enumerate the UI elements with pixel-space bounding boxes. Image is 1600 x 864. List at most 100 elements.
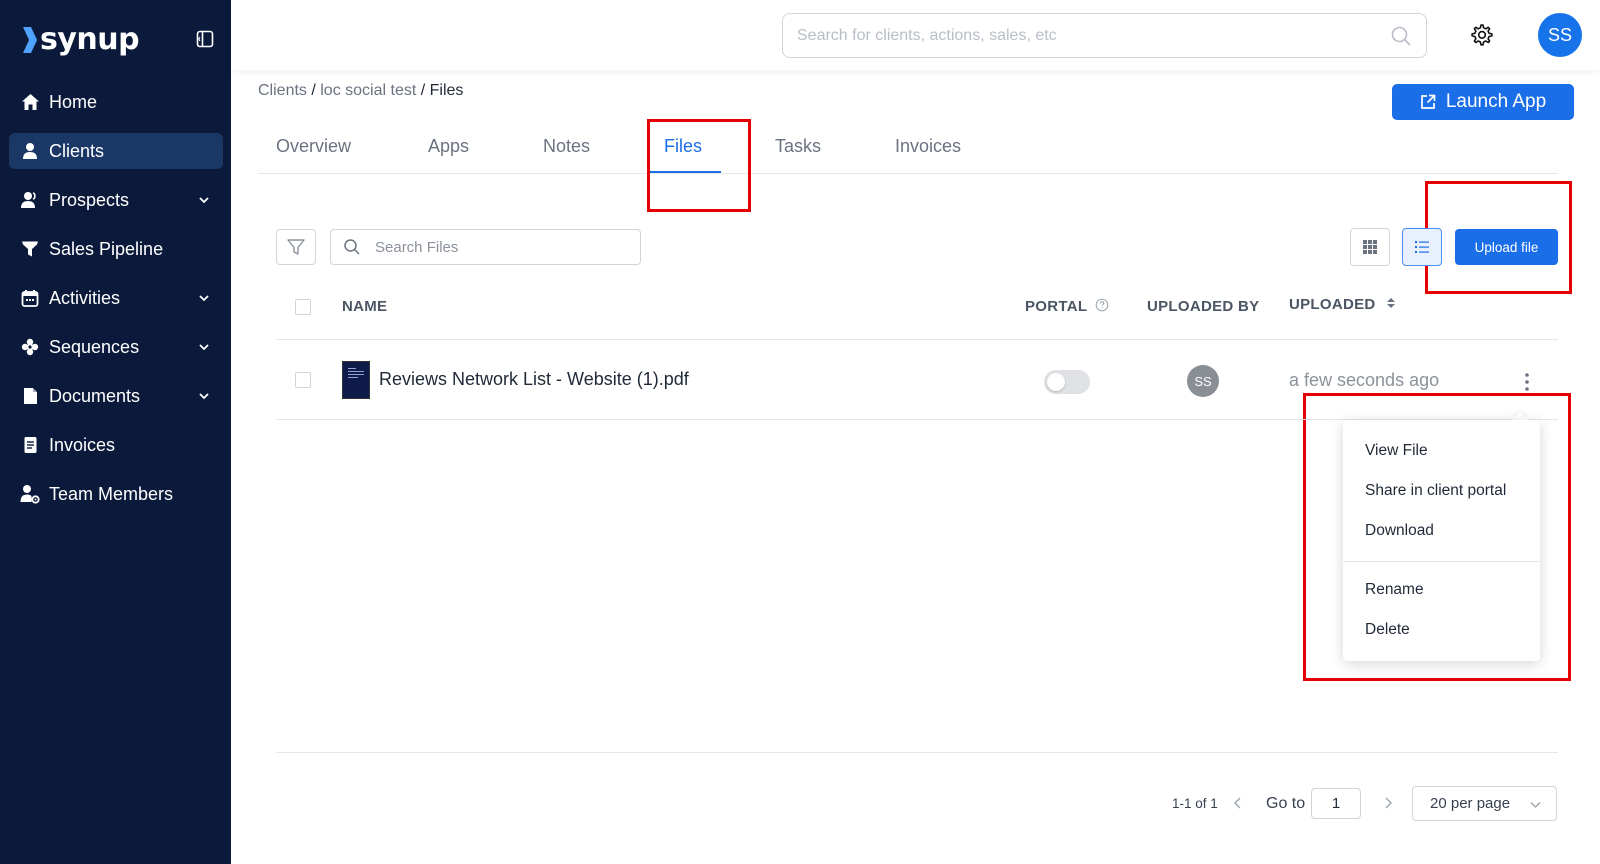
sidebar: synup Home Clients Prospects Sales Pipel… bbox=[0, 0, 231, 864]
menu-item-share-portal[interactable]: Share in client portal bbox=[1365, 482, 1506, 500]
tab-notes[interactable]: Notes bbox=[543, 136, 590, 157]
chevron-left-icon[interactable] bbox=[1232, 796, 1244, 810]
tab-bar: Overview Apps Notes Files Tasks Invoices bbox=[258, 130, 1558, 174]
row-checkbox[interactable] bbox=[295, 372, 311, 388]
breadcrumb-separator: / bbox=[306, 82, 321, 99]
sidebar-item-label: Invoices bbox=[49, 434, 116, 455]
breadcrumb-item-clients[interactable]: Clients bbox=[258, 82, 307, 99]
user-icon bbox=[20, 141, 40, 161]
breadcrumb-item-current: Files bbox=[429, 82, 464, 99]
tab-apps[interactable]: Apps bbox=[428, 136, 469, 157]
menu-item-view-file[interactable]: View File bbox=[1365, 442, 1428, 460]
pagination-goto-label: Go to bbox=[1266, 795, 1306, 812]
menu-divider bbox=[1343, 561, 1540, 562]
sidebar-item-team-members[interactable]: Team Members bbox=[9, 476, 223, 512]
table-bottom-divider bbox=[276, 752, 1558, 753]
gear-flower-icon bbox=[20, 337, 40, 357]
document-icon bbox=[20, 386, 40, 406]
external-link-icon bbox=[1420, 94, 1436, 109]
column-header-uploaded-label: UPLOADED bbox=[1289, 296, 1376, 313]
sidebar-item-activities[interactable]: Activities bbox=[9, 280, 223, 316]
sidebar-item-sequences[interactable]: Sequences bbox=[9, 329, 223, 365]
column-header-portal-label: PORTAL bbox=[1025, 298, 1088, 315]
funnel-icon bbox=[20, 239, 40, 259]
menu-item-delete[interactable]: Delete bbox=[1365, 621, 1410, 639]
chevron-down-icon bbox=[1530, 802, 1541, 808]
annotation-box-files-tab bbox=[647, 119, 751, 212]
list-icon bbox=[1415, 241, 1429, 253]
page-size-label: 20 per page bbox=[1430, 795, 1511, 812]
search-icon bbox=[344, 239, 360, 255]
help-circle-icon[interactable] bbox=[1095, 298, 1109, 312]
sidebar-item-home[interactable]: Home bbox=[9, 84, 223, 120]
chevron-down-icon[interactable] bbox=[197, 291, 211, 305]
tab-tasks[interactable]: Tasks bbox=[775, 136, 821, 157]
receipt-icon bbox=[20, 435, 40, 455]
portal-toggle[interactable] bbox=[1044, 370, 1090, 394]
brand-name: synup bbox=[40, 22, 140, 57]
launch-app-button[interactable]: Launch App bbox=[1392, 84, 1574, 120]
file-search[interactable] bbox=[330, 229, 641, 265]
pdf-thumbnail[interactable] bbox=[342, 361, 370, 399]
uploaded-time: a few seconds ago bbox=[1289, 370, 1440, 390]
chevron-down-icon[interactable] bbox=[197, 389, 211, 403]
calendar-icon bbox=[20, 288, 40, 308]
search-icon[interactable] bbox=[1390, 25, 1412, 47]
uploader-avatar: SS bbox=[1187, 365, 1219, 397]
sidebar-item-documents[interactable]: Documents bbox=[9, 378, 223, 414]
sidebar-item-clients[interactable]: Clients bbox=[9, 133, 223, 169]
chevron-right-icon[interactable] bbox=[1382, 796, 1394, 810]
column-header-name[interactable]: NAME bbox=[342, 298, 387, 315]
list-view-button[interactable] bbox=[1402, 228, 1442, 266]
column-header-uploaded[interactable]: UPLOADED bbox=[1289, 296, 1397, 313]
home-icon bbox=[20, 92, 40, 112]
grid-view-button[interactable] bbox=[1350, 228, 1390, 266]
sidebar-item-sales-pipeline[interactable]: Sales Pipeline bbox=[9, 231, 223, 267]
grid-icon bbox=[1363, 240, 1377, 254]
more-vertical-icon[interactable] bbox=[1520, 370, 1534, 394]
sidebar-item-label: Prospects bbox=[49, 189, 130, 210]
user-avatar[interactable]: SS bbox=[1538, 13, 1582, 57]
table-header-divider bbox=[276, 339, 1558, 340]
launch-app-label: Launch App bbox=[1445, 91, 1547, 112]
sidebar-item-label: Documents bbox=[49, 385, 141, 406]
sidebar-item-label: Team Members bbox=[49, 483, 174, 504]
global-search-input[interactable] bbox=[797, 26, 1390, 45]
sort-icon[interactable] bbox=[1385, 296, 1397, 310]
select-all-checkbox[interactable] bbox=[295, 299, 311, 315]
synup-logo[interactable]: synup bbox=[22, 22, 140, 57]
breadcrumb-separator: / bbox=[416, 82, 430, 99]
page-size-select[interactable]: 20 per page bbox=[1412, 786, 1557, 821]
menu-item-rename[interactable]: Rename bbox=[1365, 581, 1424, 599]
tab-overview[interactable]: Overview bbox=[276, 136, 351, 157]
sidebar-item-label: Clients bbox=[49, 140, 105, 161]
sidebar-item-label: Activities bbox=[49, 287, 121, 308]
tab-invoices[interactable]: Invoices bbox=[895, 136, 961, 157]
logo-chevron-icon bbox=[23, 26, 37, 53]
global-search[interactable] bbox=[782, 13, 1427, 58]
upload-file-button[interactable]: Upload file bbox=[1455, 229, 1558, 265]
filter-icon bbox=[287, 239, 305, 255]
file-search-input[interactable] bbox=[375, 238, 625, 256]
column-header-uploaded-by: UPLOADED BY bbox=[1147, 298, 1260, 315]
pagination-page-input[interactable] bbox=[1311, 788, 1361, 819]
sidebar-collapse-icon[interactable] bbox=[196, 30, 214, 48]
file-name[interactable]: Reviews Network List - Website (1).pdf bbox=[379, 369, 689, 390]
chevron-down-icon[interactable] bbox=[197, 193, 211, 207]
menu-item-download[interactable]: Download bbox=[1365, 522, 1434, 540]
sidebar-item-label: Sequences bbox=[49, 336, 140, 357]
sidebar-item-prospects[interactable]: Prospects bbox=[9, 182, 223, 218]
breadcrumb: Clients / loc social test / Files bbox=[258, 82, 463, 100]
chevron-down-icon[interactable] bbox=[197, 340, 211, 354]
top-bar: SS bbox=[231, 0, 1600, 70]
file-context-menu: View File Share in client portal Downloa… bbox=[1343, 420, 1540, 661]
sidebar-item-label: Home bbox=[49, 91, 98, 112]
breadcrumb-item-client[interactable]: loc social test bbox=[320, 82, 416, 99]
column-header-portal: PORTAL bbox=[1025, 298, 1109, 315]
gear-icon[interactable] bbox=[1470, 23, 1494, 47]
users-icon bbox=[20, 190, 40, 210]
sidebar-item-label: Sales Pipeline bbox=[49, 238, 164, 259]
sidebar-nav: Home Clients Prospects Sales Pipeline Ac… bbox=[9, 84, 223, 525]
sidebar-item-invoices[interactable]: Invoices bbox=[9, 427, 223, 463]
filter-button[interactable] bbox=[276, 229, 316, 265]
